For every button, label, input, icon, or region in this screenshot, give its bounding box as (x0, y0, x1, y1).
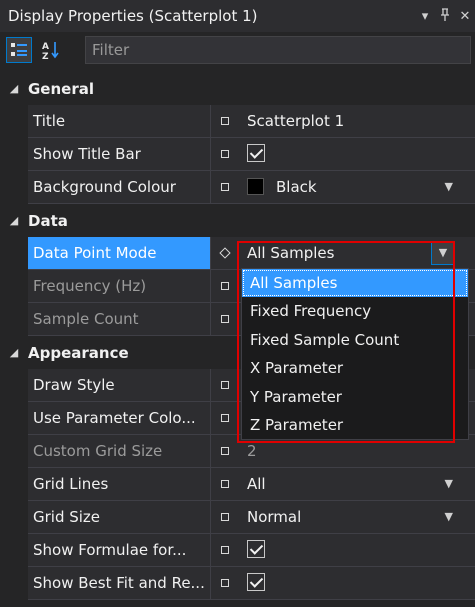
window-title: Display Properties (Scatterplot 1) (8, 7, 258, 25)
property-marker (211, 534, 239, 567)
dropdown-option[interactable]: Z Parameter (242, 411, 468, 439)
property-value[interactable]: Scatterplot 1 (239, 105, 475, 138)
show-formulae-checkbox[interactable] (247, 540, 265, 558)
square-icon (221, 315, 229, 323)
property-marker (211, 402, 239, 435)
property-row-grid-lines[interactable]: Grid Lines All ▼ (0, 468, 475, 501)
section-title: General (28, 79, 94, 98)
chevron-down-icon[interactable]: ▼ (445, 501, 453, 533)
property-row-show-formulae[interactable]: Show Formulae for... (0, 534, 475, 567)
property-marker (211, 138, 239, 171)
property-marker (211, 567, 239, 600)
close-icon[interactable]: ✕ (455, 9, 475, 24)
dropdown-option[interactable]: Y Parameter (242, 383, 468, 411)
property-name: Title (28, 105, 211, 138)
section-title: Data (28, 211, 68, 230)
property-row-background-colour[interactable]: Background Colour Black ▼ (0, 171, 475, 204)
section-title: Appearance (28, 343, 129, 362)
property-marker (211, 369, 239, 402)
collapse-triangle-icon[interactable]: ◢ (0, 214, 28, 227)
svg-text:Z: Z (42, 52, 49, 60)
property-row-title[interactable]: Title Scatterplot 1 (0, 105, 475, 138)
square-icon (221, 513, 229, 521)
property-value[interactable]: Black ▼ (239, 171, 475, 204)
property-name: Show Best Fit and Re... (28, 567, 211, 600)
property-row-grid-size[interactable]: Grid Size Normal ▼ (0, 501, 475, 534)
square-icon (221, 282, 229, 290)
collapse-triangle-icon[interactable]: ◢ (0, 346, 28, 359)
filter-input[interactable]: Filter (85, 36, 471, 64)
square-icon (221, 183, 229, 191)
property-name: Grid Lines (28, 468, 211, 501)
collapse-triangle-icon[interactable]: ◢ (0, 82, 28, 95)
combo-value: Normal (247, 508, 302, 526)
property-name: Grid Size (28, 501, 211, 534)
property-name: Custom Grid Size (28, 435, 211, 468)
pin-icon[interactable] (435, 7, 455, 25)
property-value[interactable] (239, 534, 475, 567)
property-marker (211, 105, 239, 138)
property-marker (211, 303, 239, 336)
property-marker (211, 501, 239, 534)
property-value[interactable] (239, 567, 475, 600)
data-point-mode-combo[interactable]: All Samples ▼ (239, 237, 475, 270)
chevron-down-icon[interactable]: ▼ (445, 171, 453, 203)
square-icon (221, 150, 229, 158)
dropdown-option[interactable]: X Parameter (242, 354, 468, 382)
property-name: Background Colour (28, 171, 211, 204)
property-marker (211, 435, 239, 468)
property-marker (211, 270, 239, 303)
color-swatch (247, 177, 264, 195)
square-icon (221, 414, 229, 422)
property-name: Data Point Mode (28, 237, 211, 270)
property-name: Show Title Bar (28, 138, 211, 171)
square-icon (221, 480, 229, 488)
square-icon (221, 117, 229, 125)
categorized-view-button[interactable] (6, 37, 32, 63)
property-name: Draw Style (28, 369, 211, 402)
property-marker (211, 468, 239, 501)
property-value[interactable]: All ▼ (239, 468, 475, 501)
chevron-down-icon[interactable]: ▼ (431, 241, 455, 265)
categorized-icon (11, 43, 27, 56)
show-best-fit-checkbox[interactable] (247, 573, 265, 591)
property-row-show-title-bar[interactable]: Show Title Bar (0, 138, 475, 171)
color-name: Black (276, 178, 317, 196)
square-icon (221, 579, 229, 587)
data-point-mode-dropdown-list[interactable]: All Samples Fixed Frequency Fixed Sample… (241, 268, 469, 440)
property-name: Use Parameter Colo... (28, 402, 211, 435)
combo-value: All Samples (247, 244, 335, 262)
section-data[interactable]: ◢ Data (0, 204, 475, 237)
toolbar: A Z Filter (0, 32, 475, 68)
chevron-down-icon[interactable]: ▼ (445, 468, 453, 500)
alphabetical-view-button[interactable]: A Z (38, 37, 64, 63)
property-name: Show Formulae for... (28, 534, 211, 567)
sort-az-icon: A Z (42, 42, 59, 60)
property-marker (211, 237, 239, 270)
square-icon (221, 546, 229, 554)
diamond-icon (219, 247, 231, 259)
property-name: Frequency (Hz) (28, 270, 211, 303)
property-row-show-best-fit[interactable]: Show Best Fit and Re... (0, 567, 475, 600)
svg-text:A: A (42, 42, 49, 52)
combo-value: All (247, 475, 266, 493)
property-row-data-point-mode[interactable]: Data Point Mode All Samples ▼ (0, 237, 475, 270)
square-icon (221, 447, 229, 455)
property-value[interactable] (239, 138, 475, 171)
square-icon (221, 381, 229, 389)
show-title-bar-checkbox[interactable] (247, 144, 265, 162)
section-general[interactable]: ◢ General (0, 72, 475, 105)
dropdown-option[interactable]: Fixed Sample Count (242, 326, 468, 354)
dropdown-menu-icon[interactable]: ▾ (415, 9, 435, 24)
dropdown-option[interactable]: All Samples (242, 269, 468, 298)
title-bar: Display Properties (Scatterplot 1) ▾ ✕ (0, 0, 475, 32)
property-marker (211, 171, 239, 204)
property-value[interactable]: Normal ▼ (239, 501, 475, 534)
property-name: Sample Count (28, 303, 211, 336)
dropdown-option[interactable]: Fixed Frequency (242, 297, 468, 325)
